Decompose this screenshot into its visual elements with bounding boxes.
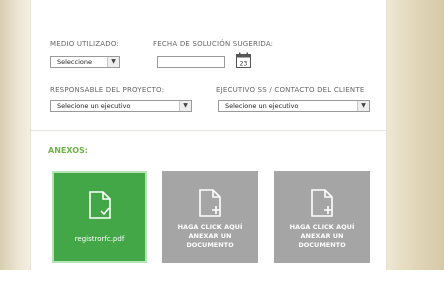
fecha-solucion-label: FECHA DE SOLUCIÓN SUGERIDA:: [153, 40, 274, 48]
ejecutivo-label: EJECUTIVO SS / CONTACTO DEL CLIENTE: [216, 86, 365, 94]
upload-line-1: HAGA CLICK AQUÍ: [177, 223, 243, 231]
upload-instructions: HAGA CLICK AQUÍ ANEXAR UN DOCUMENTO: [274, 223, 370, 250]
page-background-right: [385, 0, 444, 270]
upload-line-2: ANEXAR UN: [300, 232, 344, 240]
chevron-down-icon[interactable]: ▼: [107, 57, 119, 67]
responsable-label: RESPONSABLE DEL PROYECTO:: [50, 86, 165, 94]
responsable-value: Selecione un ejecutivo: [57, 102, 131, 110]
fecha-solucion-input[interactable]: [157, 56, 225, 68]
document-check-icon: [88, 191, 111, 219]
form-card: MEDIO UTILIZADO: Seleccione ▼ FECHA DE S…: [30, 0, 387, 270]
calendar-icon[interactable]: 23: [236, 52, 251, 68]
responsable-select[interactable]: Selecione un ejecutivo ▼: [50, 100, 192, 112]
attached-file-name: registrorfc.pdf: [74, 235, 125, 243]
ejecutivo-select[interactable]: Selecione un ejecutivo ▼: [218, 100, 370, 112]
upload-line-1: HAGA CLICK AQUÍ: [289, 223, 355, 231]
medio-utilizado-label: MEDIO UTILIZADO:: [50, 40, 119, 48]
chevron-down-icon[interactable]: ▼: [179, 101, 191, 111]
upload-line-2: ANEXAR UN: [188, 232, 232, 240]
document-add-icon: [199, 189, 221, 217]
calendar-day: 23: [240, 60, 248, 67]
upload-line-3: DOCUMENTO: [186, 241, 234, 249]
chevron-down-icon[interactable]: ▼: [357, 101, 369, 111]
medio-utilizado-select[interactable]: Seleccione ▼: [50, 56, 120, 68]
anexos-title: ANEXOS:: [48, 146, 88, 155]
section-divider: [31, 130, 386, 131]
upload-document-tile[interactable]: HAGA CLICK AQUÍ ANEXAR UN DOCUMENTO: [274, 171, 370, 263]
upload-instructions: HAGA CLICK AQUÍ ANEXAR UN DOCUMENTO: [162, 223, 258, 250]
document-add-icon: [311, 189, 333, 217]
attached-file-tile[interactable]: registrorfc.pdf: [52, 171, 147, 263]
page-background-left: [0, 0, 30, 270]
ejecutivo-value: Selecione un ejecutivo: [225, 102, 299, 110]
medio-utilizado-value: Seleccione: [57, 58, 92, 66]
upload-document-tile[interactable]: HAGA CLICK AQUÍ ANEXAR UN DOCUMENTO: [162, 171, 258, 263]
upload-line-3: DOCUMENTO: [298, 241, 346, 249]
